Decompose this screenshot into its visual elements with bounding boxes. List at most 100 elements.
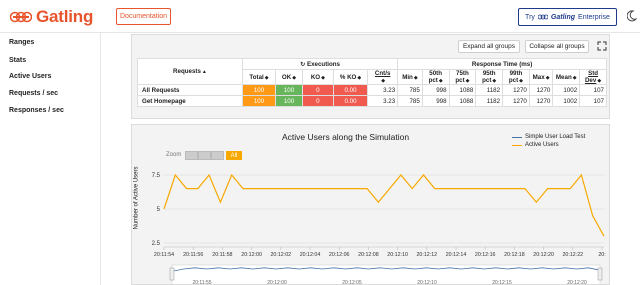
cnt-cell: 3.23 (367, 84, 399, 96)
ko-column-header[interactable]: KO◆ (301, 69, 334, 85)
collapse-all-groups-button[interactable]: Collapse all groups (525, 40, 589, 53)
min-cell: 785 (397, 95, 423, 107)
p75-column-header[interactable]: 75th pct◆ (448, 69, 477, 85)
cnt-cell: 3.23 (367, 95, 399, 107)
p75-cell: 1088 (448, 95, 477, 107)
fullscreen-icon[interactable] (596, 40, 608, 52)
y-tick-label: 2.5 (152, 241, 161, 247)
stddev-column-header[interactable]: Std Dev◆ (579, 69, 607, 85)
min-cell: 785 (397, 84, 423, 96)
enterprise-suffix: Enterprise (578, 13, 610, 21)
navigator-handle-right (597, 267, 603, 281)
x-tick-label: 20:11:58 (212, 252, 232, 258)
navigator-tick-label: 20:12:10 (417, 280, 437, 285)
active-users-chart-panel: Active Users along the Simulation Simple… (131, 124, 610, 285)
x-tick-label: 20:12:02 (270, 252, 291, 258)
statistics-table: Requests▲ ↻ Executions Response Time (ms… (137, 58, 607, 107)
gatling-logo-icon (10, 11, 32, 23)
x-tick-label: 20:11:54 (154, 252, 174, 258)
p95-cell: 1182 (475, 95, 504, 107)
moon-icon[interactable] (627, 10, 637, 22)
x-tick-label: 20: (598, 252, 605, 258)
max-cell: 1270 (528, 95, 554, 107)
p95-cell: 1182 (475, 84, 504, 96)
sidebar-item-stats[interactable]: Stats (9, 57, 26, 64)
top-header: Gatling Documentation Try Gatling Enterp… (0, 0, 640, 33)
p99-cell: 1270 (502, 84, 530, 96)
p75-cell: 1088 (448, 84, 477, 96)
navigator-tick-label: 20:12:15 (492, 280, 512, 285)
x-tick-label: 20:12:20 (533, 252, 554, 258)
navigator-tick-label: 20:12:05 (342, 280, 362, 285)
total-column-header[interactable]: Total◆ (241, 69, 277, 85)
max-column-header[interactable]: Max◆ (528, 69, 554, 85)
x-tick-label: 20:11:56 (183, 252, 203, 258)
sidebar-item-requests-sec[interactable]: Requests / sec (9, 90, 58, 97)
min-column-header[interactable]: Min◆ (397, 69, 423, 85)
logo-text: Gatling (36, 7, 94, 26)
mean-cell: 1002 (552, 84, 581, 96)
x-tick-label: 20:12:06 (329, 252, 350, 258)
total-cell: 100 (241, 84, 277, 96)
enterprise-logo-icon (537, 14, 548, 20)
p50-cell: 998 (421, 95, 450, 107)
navigator-tick-label: 20:11:55 (192, 280, 211, 285)
y-tick-label: 5 (157, 207, 161, 213)
try-label: Try (525, 13, 535, 21)
expand-all-groups-button[interactable]: Expand all groups (458, 40, 520, 53)
executions-group-header: ↻ Executions (241, 58, 399, 70)
navigator-tick-label: 20:12:20 (567, 280, 587, 285)
x-tick-label: 20:12:08 (358, 252, 379, 258)
x-tick-label: 20:12:12 (416, 252, 437, 258)
enterprise-brand: Gatling (550, 13, 576, 21)
sidebar-item-active-users[interactable]: Active Users (9, 73, 51, 80)
navigator-tick-label: 20:12:00 (267, 280, 287, 285)
ok-column-header[interactable]: OK◆ (275, 69, 303, 85)
x-tick-label: 20:12:16 (475, 252, 496, 258)
percent-ko-cell: 0.00 (332, 84, 369, 96)
total-cell: 100 (241, 95, 277, 107)
stddev-cell: 107 (579, 84, 607, 96)
max-cell: 1270 (528, 84, 554, 96)
table-row[interactable]: All Requests 100 100 0 0.00 3.23 785 998… (137, 84, 607, 96)
percent-ko-cell: 0.00 (332, 95, 369, 107)
ok-cell: 100 (275, 95, 303, 107)
mean-cell: 1002 (552, 95, 581, 107)
statistics-panel: Expand all groups Collapse all groups Re… (131, 34, 610, 119)
sort-asc-icon: ▲ (201, 69, 207, 75)
p50-cell: 998 (421, 84, 450, 96)
sidebar: Ranges Stats Active Users Requests / sec… (0, 33, 101, 285)
x-tick-label: 20:12:22 (562, 252, 583, 258)
y-tick-label: 7.5 (152, 173, 161, 179)
try-enterprise-button[interactable]: Try Gatling Enterprise (518, 8, 617, 26)
ko-cell: 0 (301, 84, 334, 96)
active-users-line-chart[interactable]: 2.5 5 7.5 20:11:54 20:11:56 20:11:58 20:12:00 2… (132, 125, 610, 285)
stddev-cell: 107 (579, 95, 607, 107)
cnt-per-sec-column-header[interactable]: Cnt/s ◆ (367, 69, 399, 85)
row-name: All Requests (137, 84, 243, 96)
sidebar-item-ranges[interactable]: Ranges (9, 39, 34, 46)
p99-column-header[interactable]: 99th pct◆ (502, 69, 530, 85)
sidebar-item-responses-sec[interactable]: Responses / sec (9, 107, 64, 114)
x-tick-label: 20:12:00 (241, 252, 262, 258)
active-users-series-line (163, 173, 605, 237)
x-tick-label: 20:12:14 (446, 252, 467, 258)
ok-cell: 100 (275, 84, 303, 96)
refresh-icon: ↻ (300, 60, 307, 68)
p95-column-header[interactable]: 95th pct◆ (475, 69, 504, 85)
table-row[interactable]: Get Homepage 100 100 0 0.00 3.23 785 998… (137, 95, 607, 107)
response-time-group-header: Response Time (ms) (397, 58, 607, 70)
row-name: Get Homepage (137, 95, 243, 107)
x-tick-label: 20:12:04 (300, 252, 321, 258)
p99-cell: 1270 (502, 95, 530, 107)
p50-column-header[interactable]: 50th pct◆ (421, 69, 450, 85)
ko-cell: 0 (301, 95, 334, 107)
requests-column-header[interactable]: Requests▲ (137, 58, 243, 85)
percent-ko-column-header[interactable]: % KO◆ (332, 69, 369, 85)
x-tick-label: 20:12:10 (387, 252, 408, 258)
gatling-logo[interactable]: Gatling (10, 7, 93, 27)
documentation-button[interactable]: Documentation (116, 8, 171, 25)
navigator-handle-left (169, 267, 175, 281)
x-tick-label: 20:12:18 (504, 252, 525, 258)
mean-column-header[interactable]: Mean◆ (552, 69, 581, 85)
